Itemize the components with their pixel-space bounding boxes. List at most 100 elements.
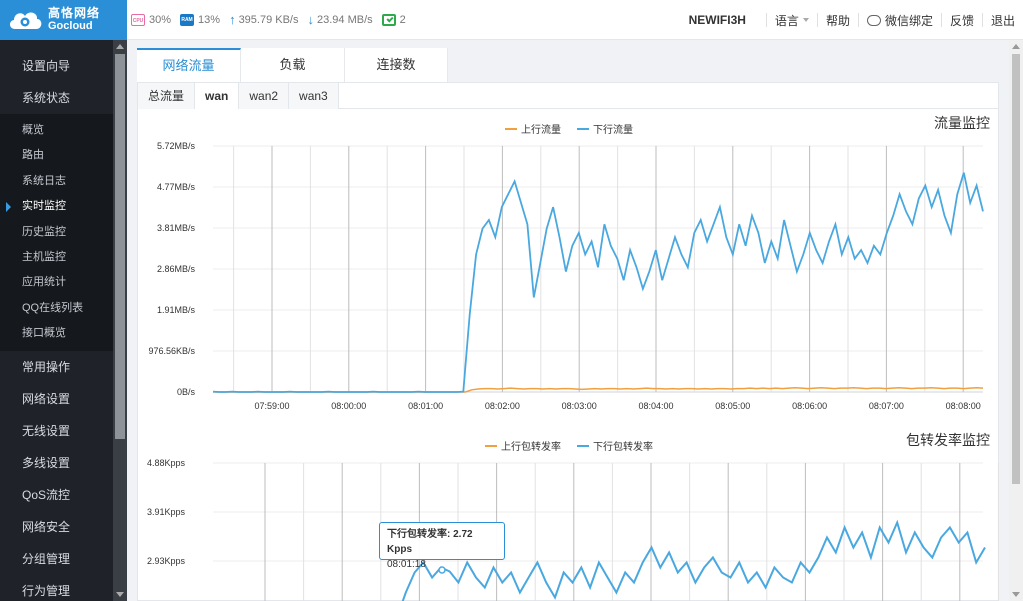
- sidebar-sub-app-stats[interactable]: 应用统计: [0, 270, 113, 295]
- cpu-value: 30%: [149, 13, 172, 26]
- sidebar-item-group-management[interactable]: 分组管理: [0, 543, 113, 575]
- sidebar-sub-system-log[interactable]: 系统日志: [0, 169, 113, 194]
- sidebar-nav: 设置向导 系统状态 概览 路由 系统日志 实时监控 历史监控 主机监控 应用统计…: [0, 50, 113, 601]
- y-tick-label: 2.86MB/s: [157, 264, 196, 274]
- sidebar-item-network-security[interactable]: 网络安全: [0, 511, 113, 543]
- y-tick-label: 4.88Kpps: [147, 458, 186, 468]
- tab-load[interactable]: 负载: [241, 48, 345, 82]
- tab-network-traffic[interactable]: 网络流量: [137, 48, 241, 82]
- devices-value: 2: [399, 13, 406, 26]
- interface-tabs: 总流量 wan wan2 wan3: [138, 83, 998, 109]
- legend-download[interactable]: 下行流量: [577, 121, 633, 136]
- pps-chart-legend: 上行包转发率 下行包转发率: [485, 438, 669, 453]
- legend-download-pps[interactable]: 下行包转发率: [577, 438, 653, 453]
- x-tick-label: 08:00:00: [331, 401, 366, 411]
- sidebar-item-multiline-settings[interactable]: 多线设置: [0, 447, 113, 479]
- x-tick-label: 08:03:00: [562, 401, 597, 411]
- x-tick-label: 08:05:00: [715, 401, 750, 411]
- chart-tooltip: 下行包转发率: 2.72 Kpps 08:01:18: [379, 522, 505, 570]
- tab-connections[interactable]: 连接数: [345, 48, 448, 82]
- main-scroll-thumb[interactable]: [1012, 54, 1020, 484]
- y-tick-label: 4.77MB/s: [157, 182, 196, 192]
- connected-devices-icon: [381, 13, 396, 26]
- sidebar-item-system-status[interactable]: 系统状态: [0, 82, 113, 114]
- download-series-line: [212, 172, 984, 393]
- sidebar-sub-qq-online[interactable]: QQ在线列表: [0, 296, 113, 321]
- wechat-icon: [866, 14, 881, 26]
- wechat-bind-label: 微信绑定: [884, 13, 933, 28]
- traffic-line-chart[interactable]: 0B/s 976.56KB/s 1.91MB/s 2.86MB/s 3.81MB/s 4.…: [137, 135, 999, 420]
- x-tick-label: 08:02:00: [485, 401, 520, 411]
- wechat-bind-link[interactable]: 微信绑定: [857, 13, 941, 28]
- y-tick-label: 3.81MB/s: [157, 223, 196, 233]
- x-tick-label: 08:08:00: [946, 401, 981, 411]
- subtab-wan[interactable]: wan: [195, 83, 240, 109]
- x-tick-label: 08:06:00: [792, 401, 827, 411]
- upload-stat: ↑ 395.79 KB/s: [229, 12, 298, 27]
- x-tick-label: 08:07:00: [869, 401, 904, 411]
- legend-upload-label: 上行流量: [521, 125, 561, 136]
- sidebar-sub-interface-overview[interactable]: 接口概览: [0, 321, 113, 346]
- brand-name-cn: 高恪网络: [48, 6, 101, 20]
- logout-link[interactable]: 退出: [981, 13, 1023, 28]
- y-tick-label: 3.91Kpps: [147, 507, 186, 517]
- tooltip-value: 下行包转发率: 2.72 Kpps: [387, 529, 473, 555]
- subtab-wan3[interactable]: wan3: [289, 83, 339, 109]
- traffic-chart-title: 流量监控: [934, 115, 990, 131]
- scroll-up-icon[interactable]: [116, 44, 124, 49]
- cloud-logo-icon: [6, 5, 44, 35]
- sidebar-submenu: 概览 路由 系统日志 实时监控 历史监控 主机监控 应用统计 QQ在线列表 接口…: [0, 114, 113, 351]
- sidebar-sub-overview[interactable]: 概览: [0, 118, 113, 143]
- sidebar-sub-realtime-monitor-label: 实时监控: [22, 200, 66, 213]
- legend-upload[interactable]: 上行流量: [505, 121, 561, 136]
- sidebar-sub-routes[interactable]: 路由: [0, 143, 113, 168]
- sidebar-item-behavior-management[interactable]: 行为管理: [0, 575, 113, 601]
- sidebar-sub-host-monitor[interactable]: 主机监控: [0, 245, 113, 270]
- y-tick-label: 2.93Kpps: [147, 556, 186, 566]
- sidebar-item-qos[interactable]: QoS流控: [0, 479, 113, 511]
- ram-icon: RAM: [180, 13, 195, 26]
- language-menu[interactable]: 语言: [765, 13, 817, 28]
- y-tick-label: 1.91MB/s: [157, 305, 196, 315]
- sidebar-item-common-ops[interactable]: 常用操作: [0, 351, 113, 383]
- main-scroll-up-icon[interactable]: [1012, 44, 1020, 49]
- cpu-stat: CPU 30%: [131, 13, 172, 26]
- legend-download-pps-swatch: [577, 444, 589, 447]
- legend-download-pps-label: 下行包转发率: [593, 442, 653, 453]
- sidebar-scroll-thumb[interactable]: [115, 54, 125, 439]
- monitor-tabs: 网络流量 负载 连接数: [137, 48, 448, 82]
- chevron-down-icon: [802, 18, 809, 22]
- brand-name-en: Gocloud: [48, 20, 93, 32]
- help-link[interactable]: 帮助: [816, 13, 858, 28]
- ram-value: 13%: [198, 13, 221, 26]
- sidebar-sub-realtime-monitor[interactable]: 实时监控: [0, 194, 113, 219]
- active-indicator-icon: [6, 202, 11, 213]
- brand-logo[interactable]: 高恪网络 Gocloud: [0, 0, 127, 40]
- y-tick-label: 5.72MB/s: [157, 141, 196, 151]
- pps-line-chart[interactable]: 2.93Kpps 3.91Kpps 4.88Kpps: [137, 452, 999, 601]
- scroll-down-icon[interactable]: [116, 592, 124, 597]
- legend-upload-pps-swatch: [485, 444, 497, 447]
- x-tick-label: 07:59:00: [254, 401, 289, 411]
- feedback-link[interactable]: 反馈: [940, 13, 982, 28]
- sidebar-item-setup-wizard[interactable]: 设置向导: [0, 50, 113, 82]
- sidebar-scrollbar[interactable]: [113, 40, 127, 601]
- sidebar: 高恪网络 Gocloud 设置向导 系统状态 概览 路由 系统日志 实时监控 历…: [0, 0, 127, 601]
- main-scrollbar[interactable]: [1009, 40, 1023, 601]
- legend-upload-pps[interactable]: 上行包转发率: [485, 438, 561, 453]
- sidebar-item-wireless-settings[interactable]: 无线设置: [0, 415, 113, 447]
- traffic-chart-legend: 上行流量 下行流量: [505, 121, 649, 136]
- upload-value: 395.79 KB/s: [238, 13, 299, 26]
- sidebar-sub-history-monitor[interactable]: 历史监控: [0, 220, 113, 245]
- subtab-wan2[interactable]: wan2: [239, 83, 290, 109]
- system-stats: CPU 30% RAM 13% ↑ 395.79 KB/s ↓ 23.94 MB…: [127, 12, 415, 27]
- download-value: 23.94 MB/s: [317, 13, 373, 26]
- top-bar: CPU 30% RAM 13% ↑ 395.79 KB/s ↓ 23.94 MB…: [127, 0, 1023, 40]
- sidebar-item-network-settings[interactable]: 网络设置: [0, 383, 113, 415]
- x-tick-label: 08:04:00: [638, 401, 673, 411]
- main-scroll-down-icon[interactable]: [1012, 592, 1020, 597]
- devices-stat[interactable]: 2: [381, 13, 406, 26]
- pps-chart-title: 包转发率监控: [906, 432, 990, 448]
- legend-upload-pps-label: 上行包转发率: [501, 442, 561, 453]
- subtab-total[interactable]: 总流量: [138, 83, 196, 109]
